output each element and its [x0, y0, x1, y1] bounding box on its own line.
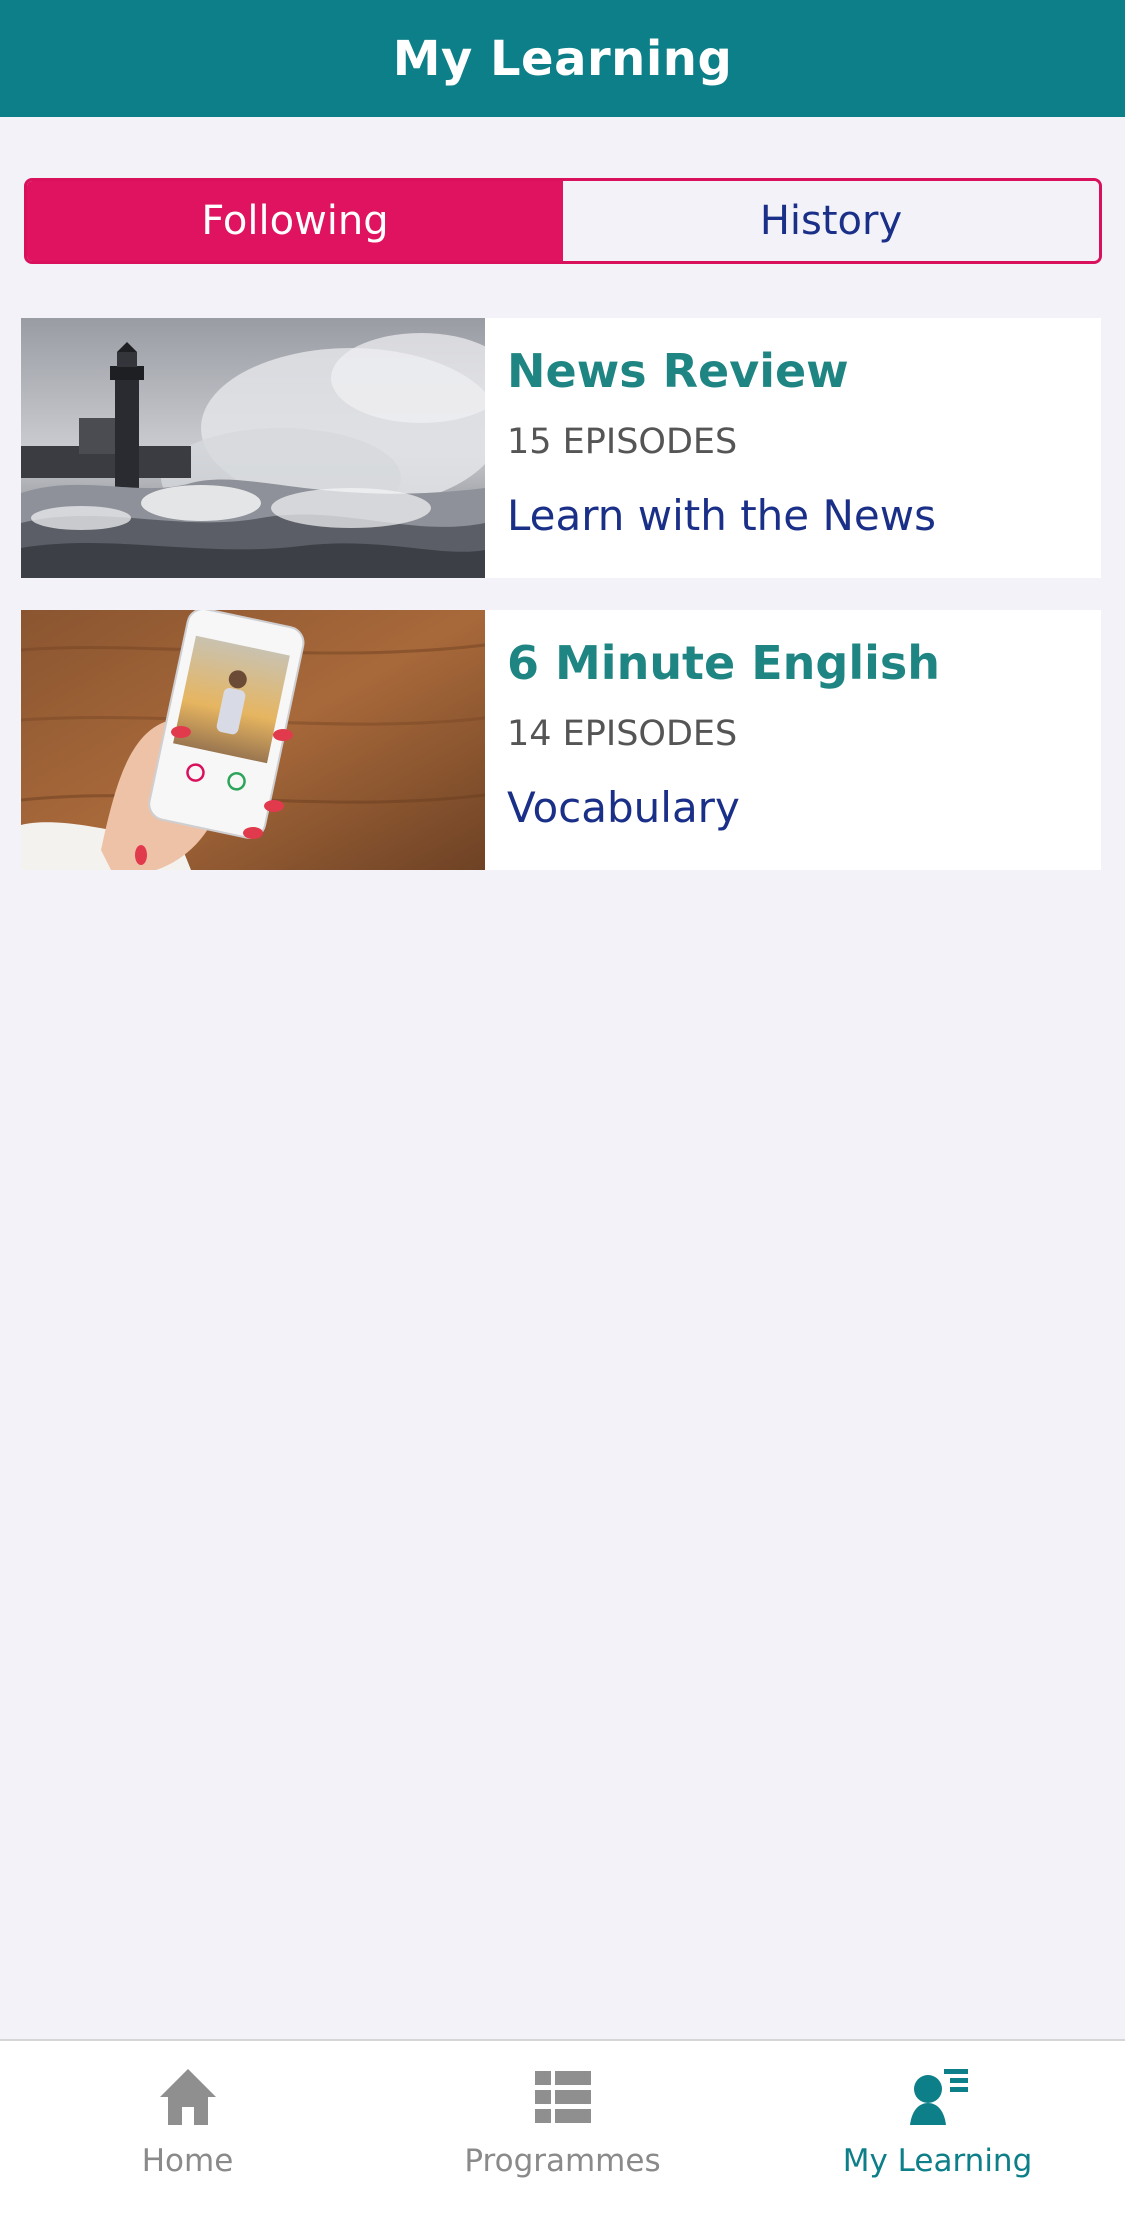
programme-title: News Review: [507, 344, 849, 398]
tab-label: Home: [141, 2143, 234, 2179]
home-icon: [159, 2069, 216, 2125]
programme-card-body: News Review 15 EPISODES Learn with the N…: [485, 318, 936, 578]
hand-holding-phone-image: [21, 610, 485, 870]
lighthouse-storm-image: [21, 318, 485, 578]
segmented-control: Following History: [24, 178, 1102, 264]
tab-programmes[interactable]: Programmes: [375, 2041, 750, 2225]
programme-category: Learn with the News: [507, 491, 936, 541]
tab-label: Programmes: [464, 2143, 661, 2179]
programme-list: News Review 15 EPISODES Learn with the N…: [21, 318, 1101, 902]
tab-my-learning[interactable]: My Learning: [750, 2041, 1125, 2225]
tab-label: My Learning: [842, 2143, 1033, 2179]
segment-following[interactable]: Following: [27, 181, 563, 261]
segment-history[interactable]: History: [563, 181, 1099, 261]
programme-card-news-review[interactable]: News Review 15 EPISODES Learn with the N…: [21, 318, 1101, 578]
programme-category: Vocabulary: [507, 783, 740, 833]
bottom-tab-bar: Home Programmes My Learning: [0, 2039, 1125, 2225]
app-header: My Learning: [0, 0, 1125, 117]
programme-card-body: 6 Minute English 14 EPISODES Vocabulary: [485, 610, 940, 870]
tab-home[interactable]: Home: [0, 2041, 375, 2225]
episode-count: 15 EPISODES: [507, 421, 738, 462]
programme-card-6-minute-english[interactable]: 6 Minute English 14 EPISODES Vocabulary: [21, 610, 1101, 870]
episode-count: 14 EPISODES: [507, 713, 738, 754]
list-grid-icon: [534, 2071, 591, 2123]
page-title: My Learning: [392, 30, 733, 87]
programme-title: 6 Minute English: [507, 636, 941, 690]
person-list-icon: [909, 2069, 968, 2125]
